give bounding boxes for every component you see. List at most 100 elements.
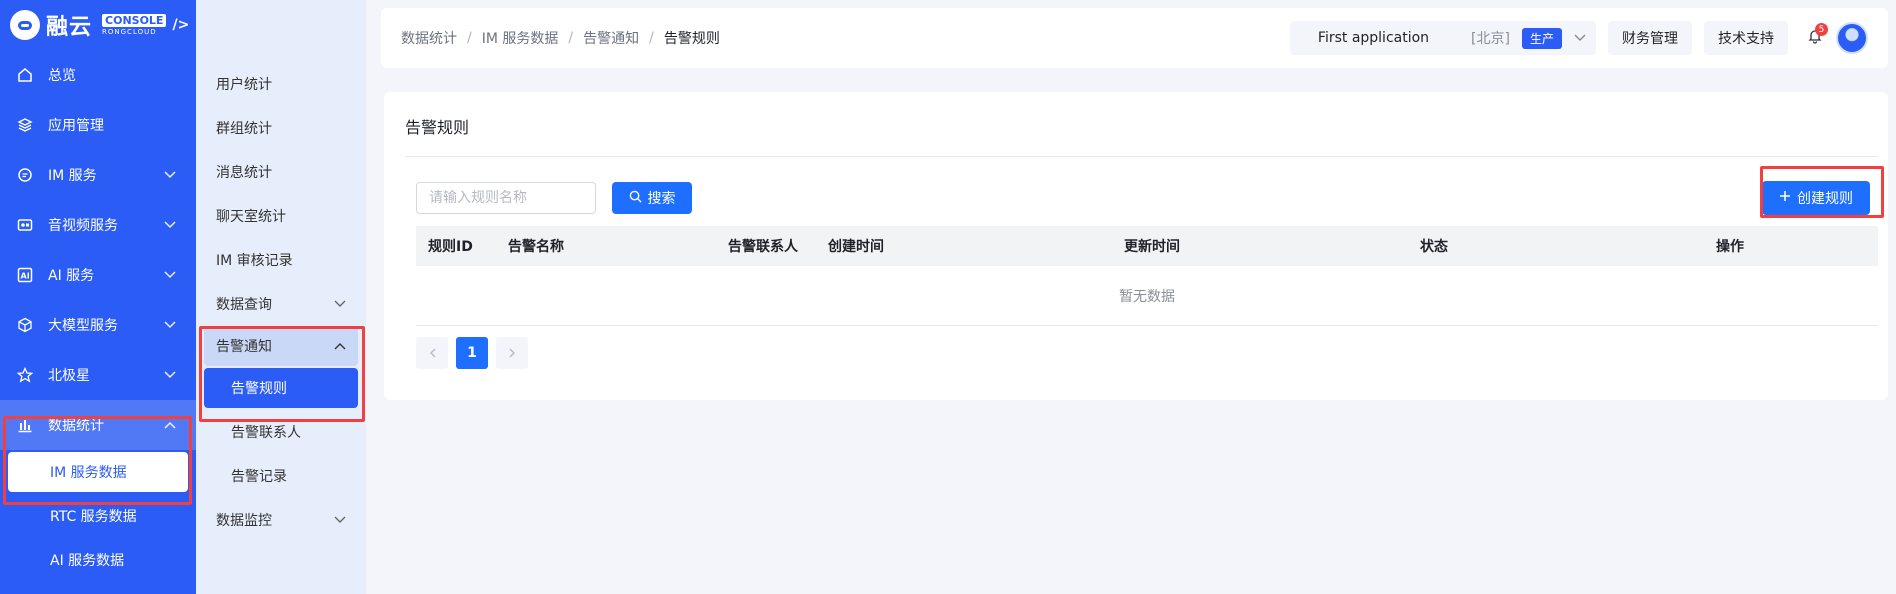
sidebar-subitem-label: AI 服务数据 — [50, 553, 125, 569]
search-button[interactable]: 搜索 — [612, 182, 692, 214]
top-header: 数据统计 / IM 服务数据 / 告警通知 / 告警规则 First appli… — [381, 8, 1888, 68]
support-button[interactable]: 技术支持 — [1704, 21, 1788, 55]
chevron-down-icon — [164, 369, 176, 382]
empty-state: 暂无数据 — [416, 266, 1878, 326]
search-icon — [629, 190, 642, 207]
layers-icon — [16, 116, 34, 134]
app-name: First application — [1317, 30, 1430, 46]
create-rule-label: 创建规则 — [1797, 191, 1853, 207]
finance-button[interactable]: 财务管理 — [1608, 21, 1692, 55]
video-icon — [16, 216, 34, 234]
cube-icon — [16, 316, 34, 334]
create-rule-button[interactable]: 创建规则 — [1762, 181, 1870, 215]
subnav-label: 群组统计 — [216, 121, 272, 137]
column-header: 规则ID — [428, 239, 473, 255]
sidebar-item-ai-service[interactable]: AI AI 服务 — [0, 250, 196, 300]
chevron-up-icon — [334, 340, 346, 353]
home-icon — [16, 66, 34, 84]
rongcloud-logo-icon — [10, 10, 40, 40]
next-page-button[interactable] — [496, 337, 528, 369]
column-header: 更新时间 — [1124, 239, 1180, 255]
alert-rules-table: 规则ID 告警名称 告警联系人 创建时间 更新时间 状态 操作 暂无数据 — [416, 226, 1878, 326]
sidebar-item-label: AI 服务 — [48, 268, 95, 284]
chevron-down-icon — [164, 169, 176, 182]
subnav-item-data-monitor[interactable]: 数据监控 — [196, 498, 366, 542]
column-header: 状态 — [1420, 239, 1448, 255]
subnav-item-alert-records[interactable]: 告警记录 — [196, 454, 366, 498]
sidebar-item-label: 大模型服务 — [48, 318, 118, 334]
subnav-label: IM 审核记录 — [216, 253, 293, 269]
subnav-label: 数据查询 — [216, 297, 272, 313]
sidebar-subitem-im-data[interactable]: IM 服务数据 — [8, 452, 188, 492]
sidebar-item-app-management[interactable]: 应用管理 — [0, 100, 196, 150]
breadcrumb-item[interactable]: 告警通知 — [583, 28, 639, 48]
breadcrumb-separator: / — [649, 30, 654, 46]
subnav-label: 告警联系人 — [231, 425, 301, 441]
sidebar-item-im-service[interactable]: IM 服务 — [0, 150, 196, 200]
subnav-item-alert-notify[interactable]: 告警通知 — [204, 326, 358, 366]
app-region: [北京] — [1471, 31, 1510, 47]
breadcrumb-current: 告警规则 — [663, 31, 720, 47]
subnav-label: 数据监控 — [216, 513, 272, 529]
sidebar-subitem-label: IM 服务数据 — [50, 465, 127, 481]
breadcrumb: 数据统计 / IM 服务数据 / 告警通知 / 告警规则 — [401, 28, 1290, 48]
subnav-item-alert-contacts[interactable]: 告警联系人 — [196, 410, 366, 454]
sidebar-subitem-label: RTC 服务数据 — [50, 509, 137, 525]
breadcrumb-item[interactable]: IM 服务数据 — [482, 28, 559, 48]
subnav-label: 告警记录 — [231, 469, 287, 485]
brand-logo[interactable]: 融云 CONSOLE RONGCLOUD /> — [0, 0, 196, 50]
table-header: 规则ID 告警名称 告警联系人 创建时间 更新时间 状态 操作 — [416, 226, 1878, 266]
divider — [405, 156, 1878, 157]
breadcrumb-item[interactable]: 数据统计 — [401, 28, 457, 48]
chevron-down-icon — [164, 219, 176, 232]
sidebar-item-polaris[interactable]: 北极星 — [0, 350, 196, 400]
sidebar-subitem-rtc-data[interactable]: RTC 服务数据 — [0, 494, 196, 538]
pagination: 1 — [416, 337, 528, 369]
chevron-down-icon — [334, 514, 346, 527]
svg-text:AI: AI — [21, 272, 30, 281]
sidebar-item-label: 北极星 — [48, 368, 90, 384]
column-header: 告警名称 — [508, 239, 564, 255]
sidebar-item-label: 总览 — [48, 68, 76, 84]
secondary-sidebar: 用户统计 群组统计 消息统计 聊天室统计 IM 审核记录 数据查询 告警通知 告… — [196, 0, 366, 594]
star-icon — [16, 366, 34, 384]
search-button-label: 搜索 — [647, 191, 676, 207]
env-badge: 生产 — [1521, 27, 1562, 49]
primary-sidebar: 融云 CONSOLE RONGCLOUD /> 总览 应用管理 IM 服务 音视… — [0, 0, 196, 594]
breadcrumb-separator: / — [467, 30, 472, 46]
chevron-down-icon — [164, 269, 176, 282]
sidebar-item-overview[interactable]: 总览 — [0, 50, 196, 100]
sidebar-item-av-service[interactable]: 音视频服务 — [0, 200, 196, 250]
column-header: 告警联系人 — [728, 239, 798, 255]
page-title: 告警规则 — [405, 118, 470, 137]
subnav-label: 告警通知 — [216, 339, 272, 355]
sidebar-item-llm-service[interactable]: 大模型服务 — [0, 300, 196, 350]
subnav-item-message-stats[interactable]: 消息统计 — [196, 150, 366, 194]
subnav-item-chatroom-stats[interactable]: 聊天室统计 — [196, 194, 366, 238]
brand-name: 融云 — [46, 15, 93, 40]
subnav-item-alert-rules[interactable]: 告警规则 — [204, 368, 358, 408]
sidebar-item-label: 数据统计 — [48, 418, 104, 434]
rule-name-search-input[interactable] — [416, 182, 596, 214]
sidebar-item-data-stats[interactable]: 数据统计 — [0, 400, 196, 450]
page-number-button[interactable]: 1 — [456, 337, 488, 369]
bar-chart-icon — [16, 416, 34, 434]
primary-nav: 总览 应用管理 IM 服务 音视频服务 AI AI 服务 大模型服务 北极星 数… — [0, 50, 196, 582]
subnav-item-data-query[interactable]: 数据查询 — [196, 282, 366, 326]
subnav-label: 告警规则 — [231, 381, 287, 397]
column-header: 操作 — [1716, 239, 1744, 255]
avatar[interactable] — [1836, 22, 1868, 54]
subnav-item-im-audit[interactable]: IM 审核记录 — [196, 238, 366, 282]
chevron-down-icon — [334, 298, 346, 311]
chevron-up-icon — [164, 419, 176, 432]
app-switcher[interactable]: First application [北京] 生产 — [1289, 21, 1596, 55]
prev-page-button[interactable] — [416, 337, 448, 369]
ai-icon: AI — [16, 266, 34, 284]
subnav-item-group-stats[interactable]: 群组统计 — [196, 106, 366, 150]
brand-arrow: /> — [172, 17, 190, 33]
subnav-item-user-stats[interactable]: 用户统计 — [196, 62, 366, 106]
breadcrumb-separator: / — [568, 30, 574, 46]
brand-console: CONSOLE — [102, 14, 167, 27]
sidebar-subitem-ai-data[interactable]: AI 服务数据 — [0, 538, 196, 582]
notification-button[interactable]: 5 — [1800, 21, 1830, 55]
